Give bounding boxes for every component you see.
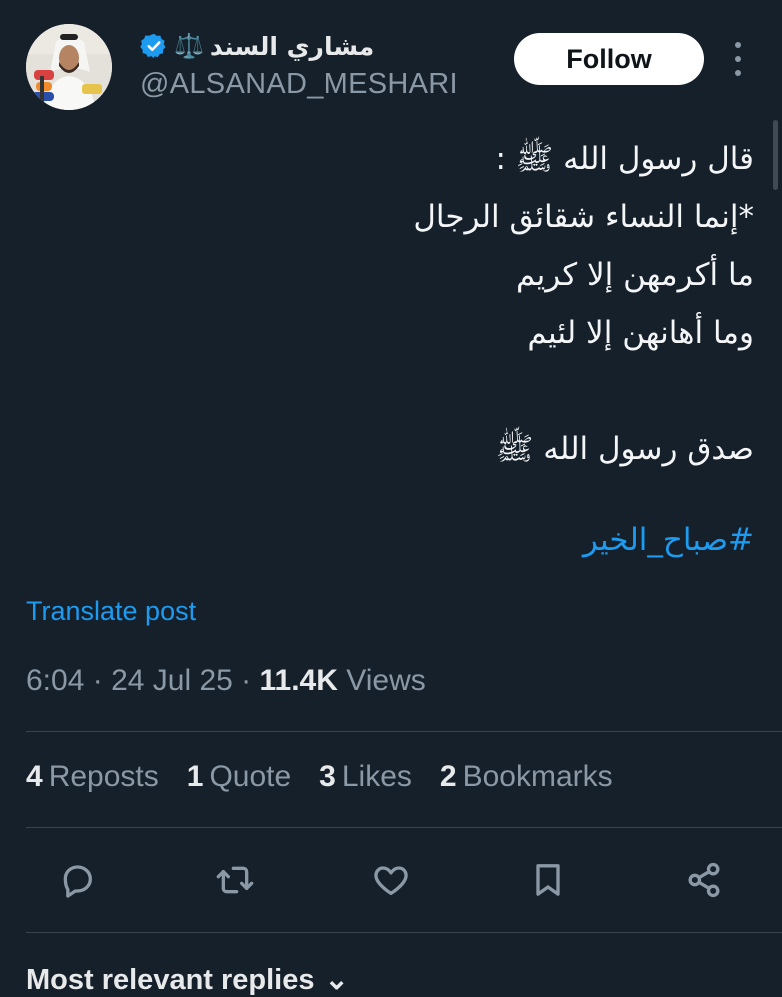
stat-count: 4 bbox=[26, 760, 43, 793]
stat-quotes[interactable]: 1 Quote bbox=[187, 760, 291, 794]
chevron-down-icon: ⌄ bbox=[324, 964, 349, 996]
stat-reposts[interactable]: 4 Reposts bbox=[26, 760, 159, 794]
post-line: وما أهانهن إلا لئيم bbox=[527, 315, 754, 351]
replies-title: Most relevant replies bbox=[26, 964, 315, 996]
divider bbox=[26, 827, 782, 828]
hashtag-link[interactable]: #صباح_الخير bbox=[583, 522, 754, 558]
translate-post-link[interactable]: Translate post bbox=[26, 596, 196, 627]
stat-label: Bookmarks bbox=[462, 760, 613, 793]
post-line: ما أكرمهن إلا كريم bbox=[516, 257, 754, 293]
post-text: قال رسول الله ﷺ : *إنما النساء شقائق الر… bbox=[34, 130, 754, 478]
tweet-header: ⚖️ مشاري السند @ALSANAD_MESHARI Follow bbox=[0, 0, 782, 120]
author-handle[interactable]: @ALSANAD_MESHARI bbox=[140, 68, 458, 101]
stat-bookmarks[interactable]: 2 Bookmarks bbox=[440, 760, 613, 794]
post-time[interactable]: 6:04 bbox=[26, 664, 84, 697]
avatar[interactable] bbox=[26, 24, 112, 110]
share-icon[interactable] bbox=[680, 850, 728, 910]
bookmark-icon[interactable] bbox=[524, 850, 572, 910]
meta-separator: · bbox=[92, 664, 112, 697]
stat-label: Reposts bbox=[48, 760, 159, 793]
verified-badge-icon bbox=[140, 32, 168, 60]
views-count: 11.4K bbox=[259, 664, 338, 697]
stat-label: Likes bbox=[341, 760, 412, 793]
engagement-stats: 4 Reposts 1 Quote 3 Likes 2 Bookmarks bbox=[26, 760, 613, 794]
scrollbar[interactable] bbox=[773, 120, 778, 190]
repost-icon[interactable] bbox=[211, 850, 259, 910]
divider bbox=[26, 932, 782, 933]
post-line: صدق رسول الله ﷺ bbox=[495, 431, 754, 467]
like-icon[interactable] bbox=[367, 850, 415, 910]
avatar-photo bbox=[26, 24, 112, 110]
post-meta: 6:04 · 24 Jul 25 · 11.4K Views bbox=[26, 664, 426, 698]
views-label: Views bbox=[346, 664, 426, 697]
post-line: قال رسول الله ﷺ : bbox=[495, 141, 754, 177]
stat-count: 3 bbox=[319, 760, 336, 793]
post-date[interactable]: 24 Jul 25 bbox=[111, 664, 233, 697]
meta-separator: · bbox=[241, 664, 260, 697]
stat-label: Quote bbox=[209, 760, 292, 793]
stat-count: 1 bbox=[186, 760, 204, 793]
stat-likes[interactable]: 3 Likes bbox=[319, 760, 412, 794]
follow-button[interactable]: Follow bbox=[514, 33, 704, 85]
more-vertical-icon[interactable] bbox=[728, 42, 748, 76]
author-display-name[interactable]: مشاري السند bbox=[210, 32, 374, 61]
action-bar bbox=[0, 850, 782, 910]
divider bbox=[26, 731, 782, 732]
scales-emoji: ⚖️ bbox=[174, 32, 204, 60]
post-line: *إنما النساء شقائق الرجال bbox=[413, 199, 754, 235]
replies-sort-dropdown[interactable]: Most relevant replies ⌄ bbox=[26, 962, 349, 997]
stat-count: 2 bbox=[439, 760, 457, 793]
post-blank-line bbox=[34, 362, 754, 420]
reply-icon[interactable] bbox=[53, 850, 101, 910]
author-name-row[interactable]: ⚖️ مشاري السند bbox=[140, 26, 374, 66]
